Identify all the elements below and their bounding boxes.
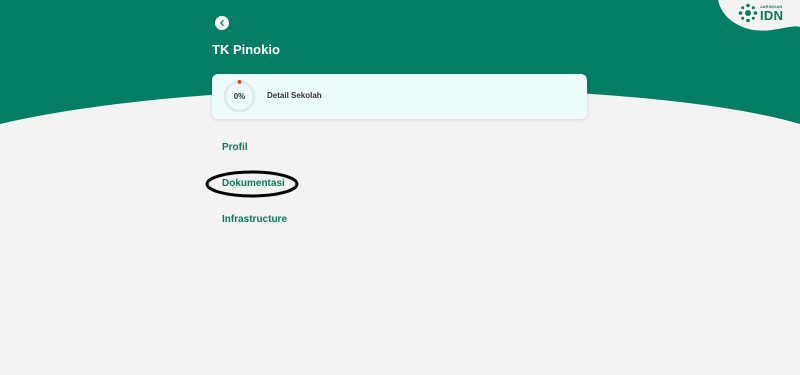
back-button[interactable] xyxy=(215,16,229,30)
logo-mark-icon xyxy=(738,3,758,23)
page-title: TK Pinokio xyxy=(212,42,280,57)
logo-big-text: IDN xyxy=(760,7,784,23)
menu-item-profil[interactable]: Profil xyxy=(222,142,248,153)
menu-item-dokumentasi[interactable]: Dokumentasi xyxy=(222,178,285,189)
chevron-left-icon xyxy=(220,19,224,27)
detail-sekolah-label: Detail Sekolah xyxy=(267,91,322,100)
progress-value: 0% xyxy=(233,92,246,101)
menu-item-infrastructure[interactable]: Infrastructure xyxy=(222,214,287,225)
page: TK Pinokio JARINGAN IDN 0% Detail Sekola… xyxy=(0,0,800,375)
progress-ring: 0% xyxy=(222,79,257,114)
detail-sekolah-card[interactable]: 0% Detail Sekolah xyxy=(212,74,587,119)
header-background xyxy=(0,0,800,124)
jaringan-idn-logo: JARINGAN IDN xyxy=(738,2,790,24)
